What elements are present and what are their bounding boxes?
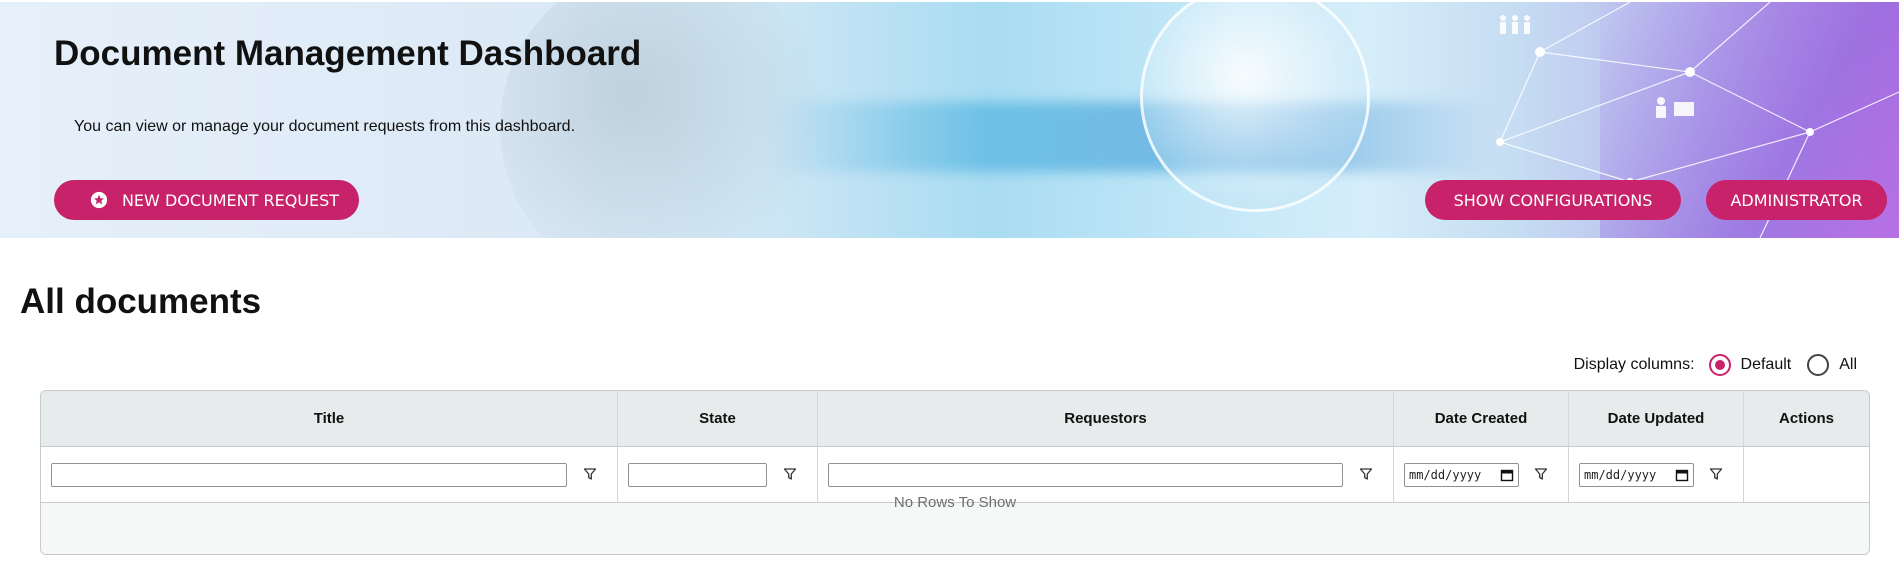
grid-filter-row: mm/dd/yyyy mm/dd/yyyy: [41, 447, 1869, 503]
new-document-request-button[interactable]: NEW DOCUMENT REQUEST: [54, 180, 359, 220]
radio-unchecked-icon: [1807, 354, 1830, 376]
display-columns-label: Display columns:: [1573, 356, 1695, 373]
display-columns-default-radio[interactable]: Default: [1708, 354, 1792, 376]
requestors-filter-input[interactable]: [828, 462, 1343, 487]
filter-cell-actions: [1744, 447, 1869, 502]
documents-grid: Title State Requestors Date Created Date…: [40, 390, 1870, 555]
filter-funnel-icon[interactable]: [1534, 467, 1548, 481]
filter-cell-date-updated: mm/dd/yyyy: [1569, 447, 1744, 502]
show-configurations-button[interactable]: SHOW CONFIGURATIONS: [1425, 180, 1681, 220]
calendar-icon[interactable]: [1500, 468, 1514, 482]
column-header-title[interactable]: Title: [41, 391, 618, 446]
page-title: Document Management Dashboard: [54, 34, 642, 73]
filter-cell-date-created: mm/dd/yyyy: [1394, 447, 1569, 502]
administrator-label: ADMINISTRATOR: [1730, 190, 1863, 210]
filter-funnel-icon[interactable]: [1359, 467, 1373, 481]
show-configurations-label: SHOW CONFIGURATIONS: [1453, 190, 1653, 210]
filter-funnel-icon[interactable]: [783, 467, 797, 481]
hero-banner: Document Management Dashboard You can vi…: [0, 2, 1899, 238]
badge-star-icon: [90, 191, 108, 209]
new-document-request-label: NEW DOCUMENT REQUEST: [121, 190, 340, 210]
display-columns-all-radio[interactable]: All: [1807, 354, 1857, 376]
column-header-requestors[interactable]: Requestors: [818, 391, 1394, 446]
radio-label-all: All: [1839, 356, 1857, 373]
radio-label-default: Default: [1740, 356, 1792, 373]
filter-cell-state: [618, 447, 818, 502]
filter-funnel-icon[interactable]: [1709, 467, 1723, 481]
administrator-button[interactable]: ADMINISTRATOR: [1706, 180, 1887, 220]
state-filter-input[interactable]: [628, 462, 767, 487]
column-header-date-created[interactable]: Date Created: [1394, 391, 1569, 446]
filter-funnel-icon[interactable]: [583, 467, 597, 481]
filter-cell-requestors: [818, 447, 1394, 502]
grid-header-row: Title State Requestors Date Created Date…: [41, 391, 1869, 447]
date-updated-filter-input[interactable]: mm/dd/yyyy: [1579, 462, 1694, 487]
date-placeholder: mm/dd/yyyy: [1409, 467, 1482, 482]
page-subtitle: You can view or manage your document req…: [74, 118, 576, 135]
radio-checked-icon: [1708, 354, 1731, 376]
filter-cell-title: [41, 447, 618, 502]
banner-image-globe: [1140, 2, 1370, 212]
column-header-state[interactable]: State: [618, 391, 818, 446]
banner-image-band: [770, 102, 1490, 172]
column-header-actions[interactable]: Actions: [1744, 391, 1869, 446]
section-title: All documents: [20, 282, 262, 321]
date-placeholder: mm/dd/yyyy: [1584, 467, 1657, 482]
display-columns-group: Display columns: Default All: [1574, 354, 1857, 376]
title-filter-input[interactable]: [51, 462, 567, 487]
column-header-date-updated[interactable]: Date Updated: [1569, 391, 1744, 446]
date-created-filter-input[interactable]: mm/dd/yyyy: [1404, 462, 1519, 487]
calendar-icon[interactable]: [1675, 468, 1689, 482]
